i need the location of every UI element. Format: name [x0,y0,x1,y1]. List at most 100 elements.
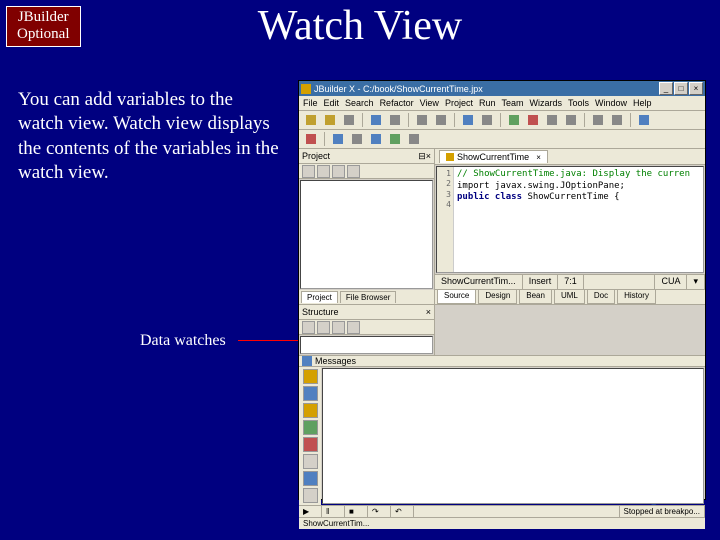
gutter-line: 4 [437,200,451,210]
tb-icon[interactable] [406,131,422,147]
debug-breakpoint-icon[interactable] [303,437,318,452]
pane-pin-icon[interactable]: ⊟ [418,151,426,162]
slide-body: You can add variables to the watch view.… [18,88,283,185]
debug-pause-icon[interactable]: ‖ [322,506,345,517]
tb-icon[interactable] [479,112,495,128]
menu-view[interactable]: View [420,98,439,108]
debug-run-icon[interactable]: ▶ [299,506,322,517]
editor-tab[interactable]: ShowCurrentTime × [439,150,548,163]
tb-open-icon[interactable] [322,112,338,128]
editor-tab-close-icon[interactable]: × [536,153,541,162]
tb-new-icon[interactable] [303,112,319,128]
view-tab-doc[interactable]: Doc [587,290,615,304]
proj-tb-icon[interactable] [317,165,330,178]
toolbar-2 [299,130,705,149]
tb-debug-icon[interactable] [525,112,541,128]
proj-tb-icon[interactable] [347,165,360,178]
tb-icon[interactable] [563,112,579,128]
view-tab-source[interactable]: Source [437,290,476,304]
editor-status: ShowCurrentTim... Insert 7:1 CUA ▾ [435,274,705,289]
structure-tree[interactable] [300,336,433,354]
messages-tab-label: ShowCurrentTim... [303,519,369,528]
debug-status: Stopped at breakpo... [620,506,706,517]
tb-step-icon[interactable] [303,131,319,147]
tb-icon[interactable] [349,131,365,147]
menu-search[interactable]: Search [345,98,374,108]
tb-icon[interactable] [368,112,384,128]
debug-icon[interactable] [303,454,318,469]
debug-icon[interactable] [303,488,318,503]
menu-edit[interactable]: Edit [324,98,340,108]
view-tab-design[interactable]: Design [478,290,517,304]
struct-tb-icon[interactable] [347,321,360,334]
code-kw: public class [457,192,527,202]
view-tab-uml[interactable]: UML [554,290,585,304]
project-tree[interactable] [300,180,433,289]
menu-team[interactable]: Team [501,98,523,108]
tab-project[interactable]: Project [301,291,338,303]
ide-window: JBuilder X - C:/book/ShowCurrentTime.jpx… [298,80,706,500]
view-tab-history[interactable]: History [617,290,656,304]
debug-stop-icon[interactable]: ■ [345,506,368,517]
tb-save-icon[interactable] [341,112,357,128]
code-line: import javax.swing.JOptionPane; [457,181,701,193]
messages-tab[interactable]: ShowCurrentTim... [299,517,705,529]
debug-step-icon[interactable]: ↶ [391,506,414,517]
debug-console-icon[interactable] [303,369,318,384]
menubar: File Edit Search Refactor View Project R… [299,96,705,111]
tb-help-icon[interactable] [636,112,652,128]
tb-icon[interactable] [387,131,403,147]
status-pos: 7:1 [558,275,584,289]
minimize-button[interactable]: _ [659,82,673,95]
tb-back-icon[interactable] [590,112,606,128]
project-pane-title: Project [302,151,330,161]
close-button[interactable]: × [689,82,703,95]
debug-step-icon[interactable]: ↷ [368,506,391,517]
menu-help[interactable]: Help [633,98,652,108]
gutter-line: 2 [437,179,451,189]
struct-tb-icon[interactable] [332,321,345,334]
gutter-line: 1 [437,169,451,179]
editor-tab-label: ShowCurrentTime [457,152,529,162]
menu-tools[interactable]: Tools [568,98,589,108]
status-dropdown-icon[interactable]: ▾ [687,275,705,289]
tab-file-browser[interactable]: File Browser [340,291,396,303]
messages-title: Messages [315,356,356,366]
tb-undo-icon[interactable] [414,112,430,128]
menu-run[interactable]: Run [479,98,496,108]
tb-icon[interactable] [368,131,384,147]
code-comment: // ShowCurrentTime.java: Display the cur… [457,169,690,179]
pane-close-icon[interactable]: × [426,307,431,317]
view-tab-bean[interactable]: Bean [519,290,552,304]
menu-project[interactable]: Project [445,98,473,108]
debug-icon[interactable] [303,471,318,486]
code-editor[interactable]: 1 2 3 4 // ShowCurrentTime.java: Display… [436,166,704,273]
menu-refactor[interactable]: Refactor [380,98,414,108]
struct-tb-icon[interactable] [317,321,330,334]
app-icon [301,84,311,94]
tb-icon[interactable] [387,112,403,128]
menu-file[interactable]: File [303,98,318,108]
status-enc: CUA [655,275,687,289]
project-pane: Project ⊟ × Project File Browser [299,149,435,304]
titlebar: JBuilder X - C:/book/ShowCurrentTime.jpx… [299,81,705,96]
maximize-button[interactable]: □ [674,82,688,95]
struct-tb-icon[interactable] [302,321,315,334]
watch-view-content[interactable] [322,368,704,504]
menu-wizards[interactable]: Wizards [529,98,562,108]
toolbar-1 [299,111,705,130]
tb-redo-icon[interactable] [433,112,449,128]
pane-close-icon[interactable]: × [426,151,431,161]
tb-fwd-icon[interactable] [609,112,625,128]
tb-run-icon[interactable] [506,112,522,128]
debug-loaded-icon[interactable] [303,420,318,435]
tb-icon[interactable] [330,131,346,147]
tb-icon[interactable] [544,112,560,128]
proj-tb-icon[interactable] [332,165,345,178]
proj-tb-icon[interactable] [302,165,315,178]
tb-find-icon[interactable] [460,112,476,128]
menu-window[interactable]: Window [595,98,627,108]
status-mode: Insert [523,275,559,289]
debug-threads-icon[interactable] [303,386,318,401]
debug-watch-icon[interactable] [303,403,318,418]
